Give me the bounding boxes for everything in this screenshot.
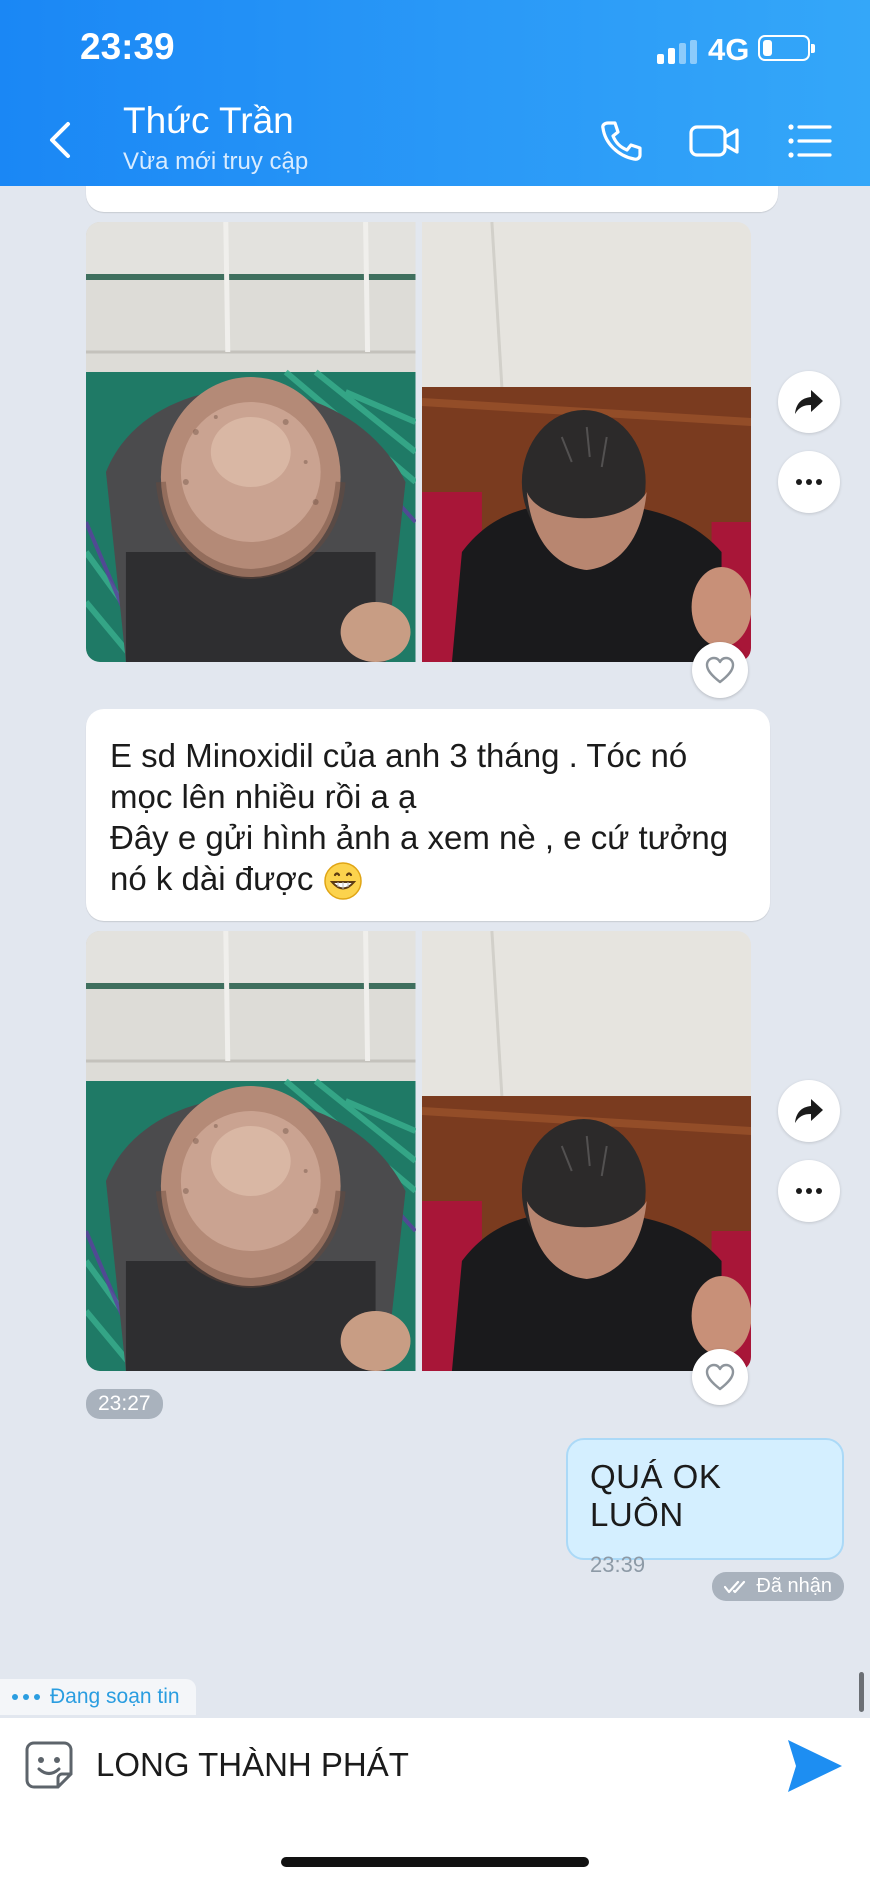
home-indicator[interactable] xyxy=(281,1857,589,1867)
delivery-status-badge: Đã nhận xyxy=(712,1572,844,1601)
chat-header: 23:39 4G Thức Trần Vừa mới truy cập xyxy=(0,0,870,186)
message-line: E sd Minoxidil của anh 3 tháng . Tóc nó xyxy=(110,737,688,774)
more-icon[interactable] xyxy=(778,451,840,513)
more-icon[interactable] xyxy=(778,1160,840,1222)
grinning-face-icon xyxy=(323,862,362,901)
photo-grown-hair[interactable] xyxy=(421,222,751,662)
status-time: 23:39 xyxy=(80,26,175,67)
photo-grown-hair[interactable] xyxy=(421,931,751,1371)
message-time: 23:27 xyxy=(86,1389,163,1419)
contact-status: Vừa mới truy cập xyxy=(123,148,309,175)
typing-indicator-text: Đang soạn tin xyxy=(50,1685,180,1708)
photo-message[interactable] xyxy=(86,222,751,662)
network-type: 4G xyxy=(708,32,750,67)
signal-icon xyxy=(657,40,697,64)
double-check-icon xyxy=(724,1580,746,1593)
forward-icon[interactable] xyxy=(778,1080,840,1142)
typing-indicator: Đang soạn tin xyxy=(0,1679,196,1715)
sticker-icon[interactable] xyxy=(24,1740,74,1790)
photo-balding-scalp[interactable] xyxy=(86,222,416,662)
photo-message[interactable] xyxy=(86,931,751,1371)
typing-dots-icon xyxy=(12,1694,40,1700)
message-input[interactable] xyxy=(96,1740,656,1790)
message-composer xyxy=(0,1718,870,1883)
message-line: nó k dài được xyxy=(110,860,314,897)
battery-low-icon xyxy=(758,35,815,61)
message-line: mọc lên nhiều rồi a ạ xyxy=(110,778,417,815)
menu-icon[interactable] xyxy=(786,118,834,164)
send-icon[interactable] xyxy=(784,1736,846,1796)
forward-icon[interactable] xyxy=(778,371,840,433)
sent-message-text: QUÁ OK LUÔN xyxy=(590,1458,722,1533)
photo-balding-scalp[interactable] xyxy=(86,931,416,1371)
text-message[interactable]: E sd Minoxidil của anh 3 tháng . Tóc nó … xyxy=(86,709,770,921)
contact-name[interactable]: Thức Trần xyxy=(123,100,294,142)
scrollbar[interactable] xyxy=(859,1672,864,1712)
back-icon[interactable] xyxy=(42,118,78,162)
sent-message[interactable]: QUÁ OK LUÔN 23:39 xyxy=(566,1438,844,1577)
message-line: Đây e gửi hình ảnh a xem nè , e cứ tưởng xyxy=(110,819,729,856)
delivery-status-text: Đã nhận xyxy=(756,1575,832,1597)
previous-message-bubble xyxy=(86,186,778,212)
heart-icon[interactable] xyxy=(692,642,748,698)
video-call-icon[interactable] xyxy=(688,118,740,164)
phone-icon[interactable] xyxy=(596,118,644,164)
heart-icon[interactable] xyxy=(692,1349,748,1405)
